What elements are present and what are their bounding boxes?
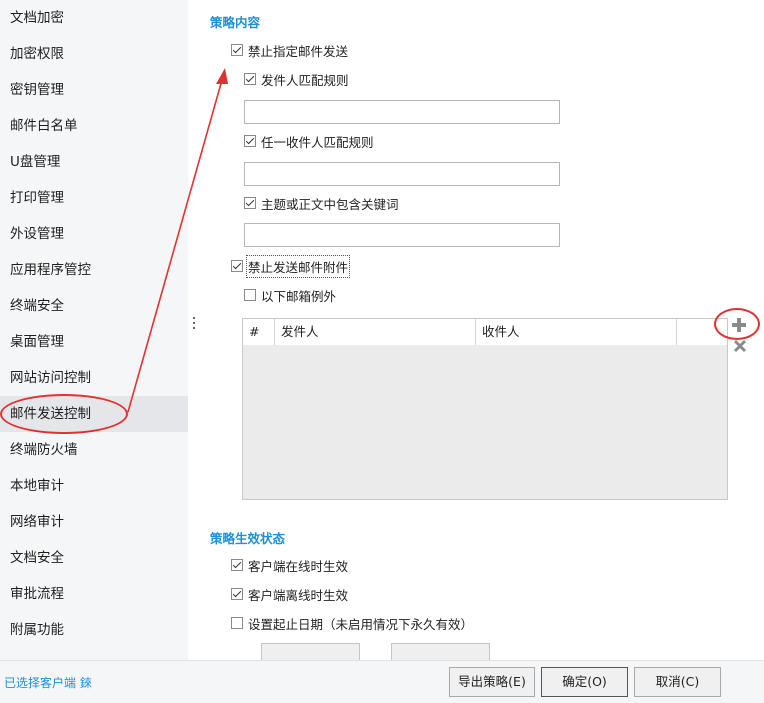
sidebar-item-print-management[interactable]: 打印管理 <box>0 180 188 216</box>
exception-mailbox-table[interactable]: # 发件人 收件人 <box>242 318 728 500</box>
checkbox-box[interactable] <box>231 617 243 629</box>
checkbox-box[interactable] <box>231 44 243 56</box>
checkbox-label: 禁止发送邮件附件 <box>245 254 351 278</box>
column-header-sender[interactable]: 发件人 <box>275 319 476 345</box>
block-attachments-checkbox[interactable]: 禁止发送邮件附件 <box>231 254 351 278</box>
sidebar-item-mail-whitelist[interactable]: 邮件白名单 <box>0 108 188 144</box>
sidebar-item-endpoint-security[interactable]: 终端安全 <box>0 288 188 324</box>
column-header-index[interactable]: # <box>243 319 275 345</box>
checkbox-box[interactable] <box>231 260 243 272</box>
checkbox-label: 客户端在线时生效 <box>248 558 349 574</box>
splitter-grip[interactable] <box>192 316 196 332</box>
table-header: # 发件人 收件人 <box>243 319 727 345</box>
checkbox-label: 主题或正文中包含关键词 <box>261 196 399 212</box>
checkbox-box[interactable] <box>244 73 256 85</box>
sidebar-item-auxiliary-functions[interactable]: 附属功能 <box>0 612 188 648</box>
close-x-icon[interactable] <box>733 339 747 353</box>
online-effective-checkbox[interactable]: 客户端在线时生效 <box>231 556 348 574</box>
sidebar-item-desktop-management[interactable]: 桌面管理 <box>0 324 188 360</box>
checkbox-label: 任一收件人匹配规则 <box>261 134 374 150</box>
annotation-ellipse-add <box>714 308 760 340</box>
block-specified-mail-checkbox[interactable]: 禁止指定邮件发送 <box>231 41 348 59</box>
selected-clients-link[interactable]: 已选择客户端 錸 <box>4 674 92 691</box>
cancel-button[interactable]: 取消(C) <box>634 667 721 697</box>
sidebar-item-encrypt-permission[interactable]: 加密权限 <box>0 36 188 72</box>
ok-button[interactable]: 确定(O) <box>541 667 628 697</box>
sidebar-nav: 文档加密 加密权限 密钥管理 邮件白名单 U盘管理 打印管理 外设管理 应用程序… <box>0 0 188 660</box>
policy-content-title: 策略内容 <box>210 15 261 30</box>
any-recipient-rule-input[interactable] <box>244 162 560 186</box>
sender-rule-checkbox[interactable]: 发件人匹配规则 <box>244 70 349 88</box>
sidebar-item-app-control[interactable]: 应用程序管控 <box>0 252 188 288</box>
annotation-ellipse-sidebar <box>0 394 128 434</box>
sidebar-item-peripheral-management[interactable]: 外设管理 <box>0 216 188 252</box>
sidebar-item-web-access-control[interactable]: 网站访问控制 <box>0 360 188 396</box>
sidebar-item-approval-flow[interactable]: 审批流程 <box>0 576 188 612</box>
checkbox-label: 禁止指定邮件发送 <box>248 43 349 59</box>
policy-status-title: 策略生效状态 <box>210 531 286 546</box>
sidebar-item-key-management[interactable]: 密钥管理 <box>0 72 188 108</box>
checkbox-label: 设置起止日期（未启用情况下永久有效） <box>248 616 474 632</box>
sidebar-item-endpoint-firewall[interactable]: 终端防火墙 <box>0 432 188 468</box>
sender-rule-input[interactable] <box>244 100 560 124</box>
sidebar-item-doc-encrypt[interactable]: 文档加密 <box>0 0 188 36</box>
mailbox-exception-checkbox[interactable]: 以下邮箱例外 <box>244 286 336 304</box>
checkbox-label: 以下邮箱例外 <box>261 288 337 304</box>
end-date-field[interactable] <box>391 643 490 661</box>
checkbox-box[interactable] <box>244 289 256 301</box>
footer-bar: 已选择客户端 錸 导出策略(E) 确定(O) 取消(C) <box>0 660 764 703</box>
sidebar-item-doc-security[interactable]: 文档安全 <box>0 540 188 576</box>
sidebar-item-local-audit[interactable]: 本地审计 <box>0 468 188 504</box>
export-policy-button[interactable]: 导出策略(E) <box>449 667 535 697</box>
checkbox-label: 客户端离线时生效 <box>248 587 349 603</box>
date-range-checkbox[interactable]: 设置起止日期（未启用情况下永久有效） <box>231 614 473 632</box>
any-recipient-rule-checkbox[interactable]: 任一收件人匹配规则 <box>244 132 374 150</box>
sidebar-item-usb-management[interactable]: U盘管理 <box>0 144 188 180</box>
column-header-recipient[interactable]: 收件人 <box>476 319 677 345</box>
sidebar-item-network-audit[interactable]: 网络审计 <box>0 504 188 540</box>
offline-effective-checkbox[interactable]: 客户端离线时生效 <box>231 585 348 603</box>
keyword-rule-checkbox[interactable]: 主题或正文中包含关键词 <box>244 194 399 212</box>
checkbox-box[interactable] <box>244 135 256 147</box>
start-date-field[interactable] <box>261 643 360 661</box>
checkbox-box[interactable] <box>244 197 256 209</box>
keyword-rule-input[interactable] <box>244 223 560 247</box>
checkbox-box[interactable] <box>231 588 243 600</box>
checkbox-box[interactable] <box>231 559 243 571</box>
checkbox-label: 发件人匹配规则 <box>261 72 349 88</box>
